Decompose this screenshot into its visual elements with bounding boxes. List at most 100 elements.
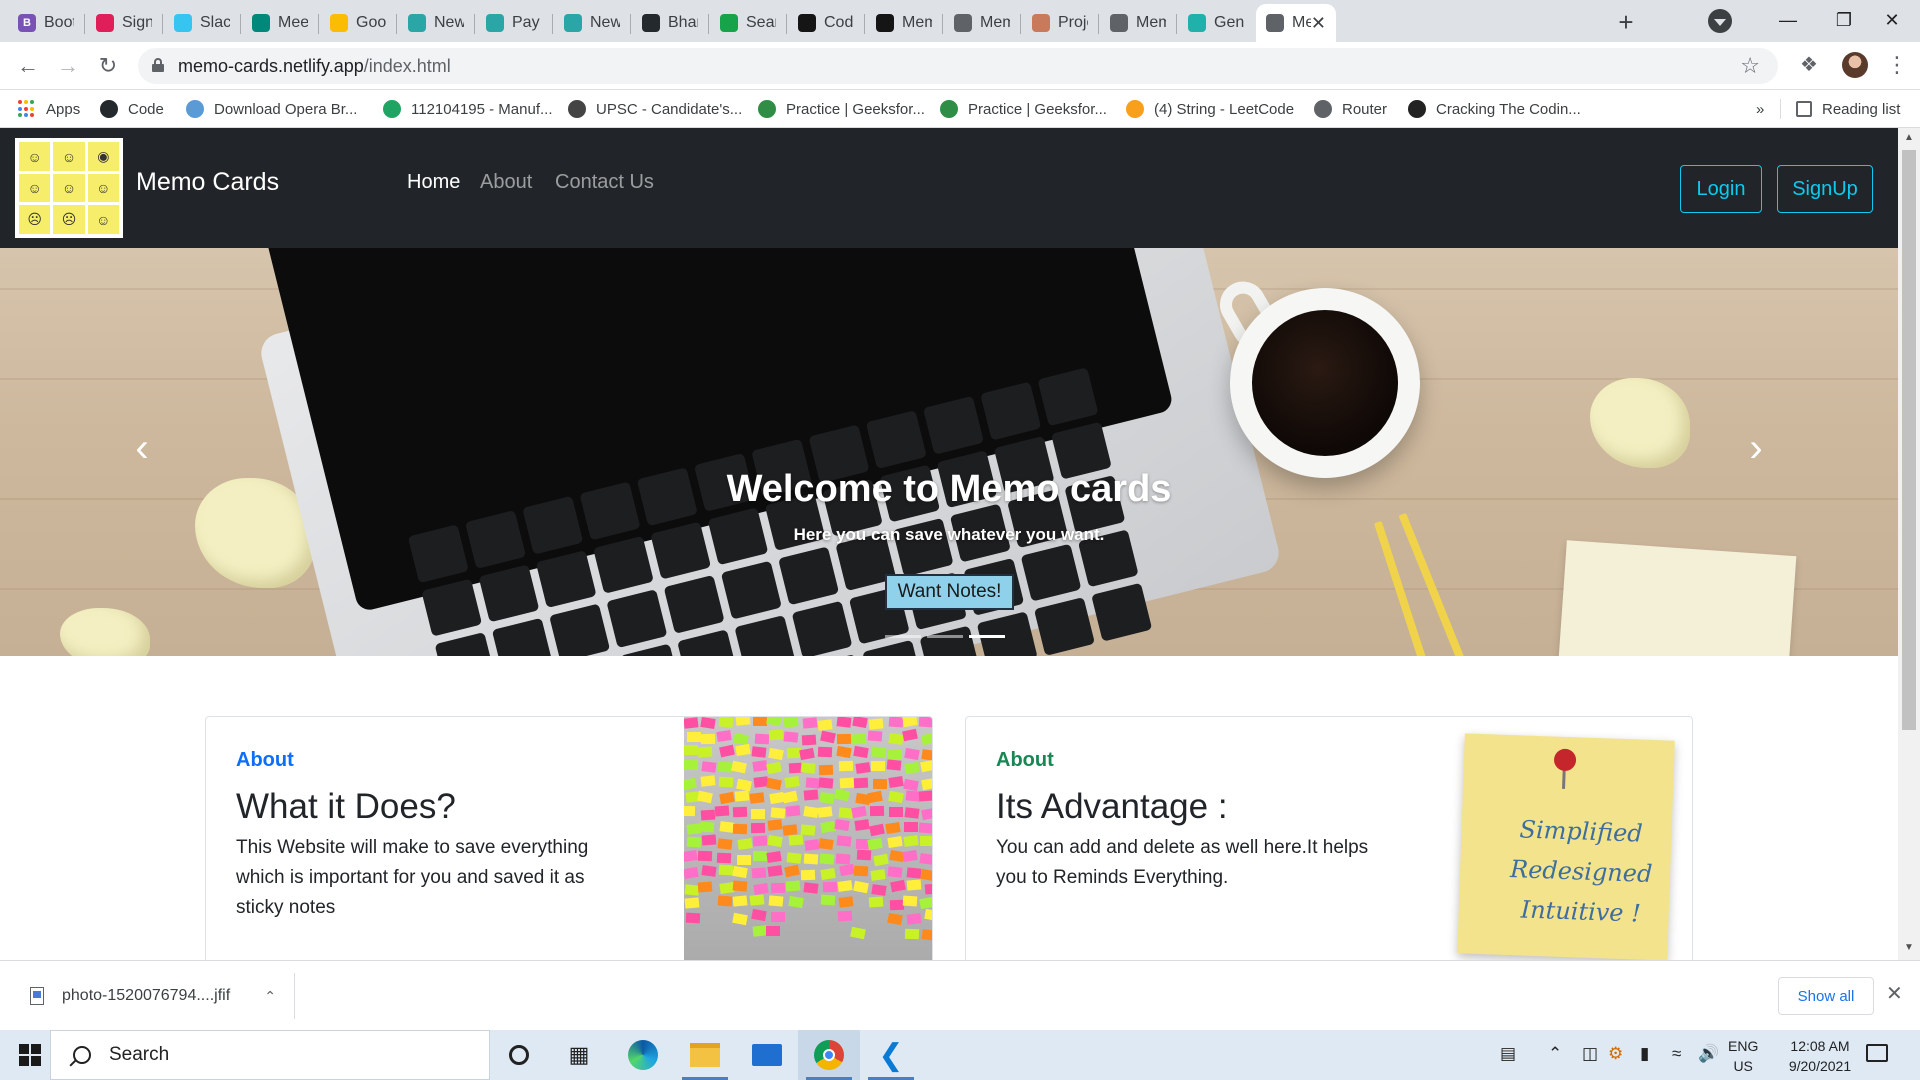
file-explorer-icon[interactable] (674, 1030, 736, 1080)
bookmark-item[interactable]: Apps (18, 98, 80, 120)
cortana-icon[interactable] (488, 1030, 550, 1080)
bookmark-item[interactable]: (4) String - LeetCode (1126, 98, 1294, 120)
lock-icon[interactable] (152, 58, 164, 72)
browser-tab[interactable]: CodeS (788, 4, 864, 42)
browser-menu-icon[interactable]: ⋮ (1886, 52, 1908, 78)
carousel-next-button[interactable]: › (1736, 423, 1776, 473)
taskbar-search-box[interactable]: Search (50, 1030, 490, 1080)
tab-separator (942, 14, 943, 34)
bookmark-star-icon[interactable]: ☆ (1740, 53, 1760, 79)
reload-icon[interactable]: ↻ (92, 50, 124, 82)
bookmark-item[interactable]: Practice | Geeksfor... (940, 98, 1107, 120)
news-widget-icon[interactable]: ▤ (1500, 1044, 1516, 1064)
chevron-up-icon[interactable]: ⌃ (264, 988, 276, 1005)
browser-tab[interactable]: Bhartir (632, 4, 708, 42)
browser-tab[interactable]: Memo (944, 4, 1020, 42)
tab-separator (240, 14, 241, 34)
browser-tab[interactable]: Me ✕ (1256, 4, 1336, 42)
bookmark-item[interactable]: Code (100, 98, 164, 120)
bookmark-item[interactable]: UPSC - Candidate's... (568, 98, 742, 120)
sticky-note-shape (853, 745, 869, 759)
login-button[interactable]: Login (1680, 165, 1762, 213)
bookmark-item[interactable]: 112104195 - Manuf... (383, 98, 553, 120)
minimize-button[interactable]: — (1760, 0, 1816, 40)
browser-tab[interactable]: Projec (1022, 4, 1098, 42)
battery-icon[interactable]: ▮ (1640, 1044, 1649, 1064)
tab-search-button[interactable] (1708, 9, 1732, 33)
reading-list-icon (1796, 101, 1812, 117)
close-download-bar-icon[interactable]: ✕ (1886, 981, 1903, 1006)
tab-label: CodeS (824, 14, 854, 31)
browser-tab[interactable]: Meet - (242, 4, 318, 42)
browser-tab[interactable]: Pay aft (476, 4, 552, 42)
nav-about-link[interactable]: About (480, 171, 532, 194)
sticky-note-shape (921, 733, 932, 746)
bookmarks-overflow-button[interactable]: » (1756, 98, 1764, 120)
reading-list-button[interactable]: Reading list (1796, 98, 1900, 120)
vscode-icon[interactable]: ❮ (860, 1030, 922, 1080)
new-tab-button[interactable]: + (1610, 6, 1642, 38)
bookmark-label: (4) String - LeetCode (1154, 100, 1295, 118)
browser-tab[interactable]: Slack | (164, 4, 240, 42)
signup-button[interactable]: SignUp (1777, 165, 1873, 213)
mail-icon[interactable] (736, 1030, 798, 1080)
browser-tab[interactable]: Sign ir (86, 4, 162, 42)
carousel-indicator[interactable] (885, 635, 921, 638)
wifi-icon[interactable]: ≈ (1672, 1044, 1681, 1064)
nav-home-link[interactable]: Home (407, 171, 460, 194)
download-item[interactable]: photo-1520076794....jfif ⌃ (20, 973, 295, 1019)
chrome-icon[interactable] (798, 1030, 860, 1080)
taskbar-clock[interactable]: 12:08 AM 9/20/2021 (1770, 1036, 1870, 1076)
bookmark-item[interactable]: Practice | Geeksfor... (758, 98, 925, 120)
scroll-up-arrow-icon[interactable]: ▲ (1904, 132, 1914, 143)
carousel-indicator[interactable] (969, 635, 1005, 638)
forward-arrow-icon[interactable]: → (52, 50, 84, 82)
browser-tab[interactable]: Googl (320, 4, 396, 42)
url-text[interactable]: memo-cards.netlify.app/index.html (178, 56, 451, 77)
show-all-button[interactable]: Show all (1778, 977, 1874, 1015)
carousel-indicator[interactable] (927, 635, 963, 638)
device-icon[interactable]: ◫ (1582, 1044, 1598, 1064)
browser-tab[interactable]: Newto (398, 4, 474, 42)
sticky-note-shape (765, 777, 782, 790)
browser-tab[interactable]: Gener (1178, 4, 1254, 42)
browser-tab[interactable]: B Bootst (8, 4, 84, 42)
tab-separator (1098, 14, 1099, 34)
sticky-note-shape (902, 717, 918, 728)
sticky-note-shape (784, 775, 800, 788)
hero-caption: Welcome to Memo cards Here you can save … (0, 468, 1898, 545)
page-scrollbar[interactable]: ▲ ▼ (1898, 128, 1920, 960)
address-bar[interactable]: memo-cards.netlify.app/index.html ☆ (138, 48, 1778, 84)
browser-tab[interactable]: Memo (866, 4, 942, 42)
task-view-icon[interactable]: ▦ (548, 1030, 610, 1080)
browser-tab[interactable]: Search (710, 4, 786, 42)
close-window-button[interactable]: ✕ (1864, 0, 1920, 40)
scrollbar-thumb[interactable] (1902, 150, 1916, 730)
profile-avatar[interactable] (1842, 52, 1868, 78)
bookmark-item[interactable]: Router (1314, 98, 1387, 120)
windows-start-icon[interactable] (10, 1040, 50, 1070)
extensions-puzzle-icon[interactable]: ❖ (1800, 52, 1818, 77)
update-icon[interactable]: ⚙ (1608, 1044, 1623, 1064)
sticky-note-shape (867, 730, 883, 742)
edge-browser-icon[interactable] (612, 1030, 674, 1080)
sticky-note-shape (851, 733, 867, 745)
volume-icon[interactable]: 🔊 (1698, 1044, 1719, 1064)
site-brand[interactable]: Memo Cards (136, 168, 279, 197)
language-indicator[interactable]: ENG US (1728, 1036, 1758, 1076)
sticky-note-shape (782, 791, 798, 804)
nav-contact-link[interactable]: Contact Us (555, 171, 654, 194)
notification-center-icon[interactable] (1866, 1044, 1888, 1062)
bookmark-item[interactable]: Download Opera Br... (186, 98, 357, 120)
chevron-up-tray-icon[interactable]: ⌃ (1548, 1044, 1562, 1064)
back-arrow-icon[interactable]: ← (12, 50, 44, 82)
browser-tab[interactable]: Memo (1100, 4, 1176, 42)
want-notes-button[interactable]: Want Notes! (885, 574, 1014, 610)
site-logo[interactable]: ☺ ☺ ◉ ☺ ☺ ☺ ☹ ☹ ☺ (15, 138, 123, 238)
bookmark-item[interactable]: Cracking The Codin... (1408, 98, 1581, 120)
scroll-down-arrow-icon[interactable]: ▼ (1904, 942, 1914, 953)
carousel-prev-button[interactable]: ‹ (122, 423, 162, 473)
sticky-note-shape (924, 908, 932, 922)
close-tab-icon[interactable]: ✕ (1311, 13, 1326, 34)
browser-tab[interactable]: Newto (554, 4, 630, 42)
